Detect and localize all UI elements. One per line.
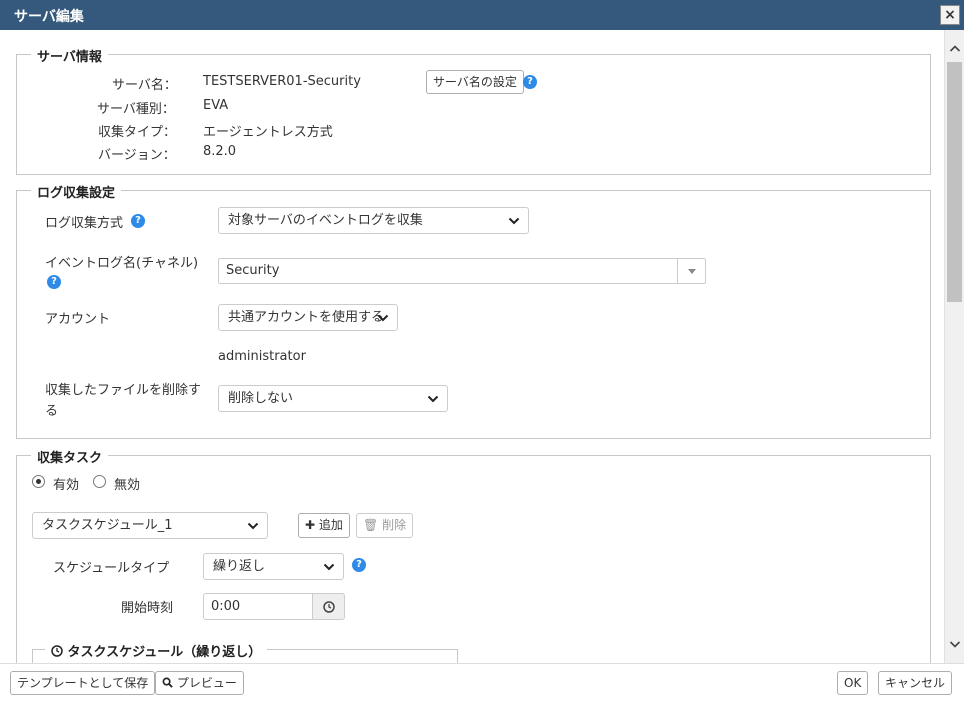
dialog-title: サーバ編集: [14, 9, 84, 25]
scroll-up-icon[interactable]: [949, 42, 961, 56]
task-enabled-label[interactable]: 有効: [53, 474, 79, 493]
scrollbar-thumb[interactable]: [947, 62, 962, 302]
chevron-down-icon: [427, 395, 439, 403]
start-time-label: 開始時刻: [121, 601, 174, 616]
server-type-value: EVA: [203, 98, 229, 113]
close-button[interactable]: ×: [940, 5, 960, 25]
delete-files-label-line2: る: [45, 404, 59, 419]
chevron-down-icon: [323, 563, 335, 571]
clock-button[interactable]: [313, 593, 345, 620]
log-method-select[interactable]: 対象サーバのイベントログを収集: [218, 207, 529, 234]
schedule-type-label: スケジュールタイプ: [53, 561, 170, 576]
set-server-name-button[interactable]: サーバ名の設定: [426, 70, 524, 94]
eventlog-name-label: イベントログ名(チャネル): [45, 256, 199, 271]
delete-schedule-button[interactable]: 🗑 削除: [356, 513, 414, 538]
collect-type-label: 収集タイプ：: [98, 125, 177, 140]
schedule-type-select[interactable]: 繰り返し: [203, 553, 344, 580]
log-settings-group: ログ収集設定 ログ収集方式 ? 対象サーバのイベントログを収集 イベントログ名(…: [16, 182, 931, 439]
dialog-content: サーバ情報 サーバ名： TESTSERVER01-Security サーバ名の設…: [0, 30, 944, 663]
chevron-down-icon: [508, 217, 520, 225]
collect-type-value: エージェントレス方式: [203, 125, 333, 140]
delete-files-label-line1: 収集したファイルを削除す: [45, 383, 202, 398]
version-value: 8.2.0: [203, 144, 237, 159]
clock-icon: [51, 645, 63, 657]
plus-icon: ✚: [305, 518, 316, 532]
server-type-label: サーバ種別：: [97, 102, 175, 117]
schedule-repeat-legend: タスクスケジュール（繰り返し）: [45, 641, 268, 660]
scroll-down-icon[interactable]: [949, 637, 961, 651]
help-icon[interactable]: ?: [47, 275, 61, 289]
preview-button[interactable]: プレビュー: [155, 671, 244, 695]
add-schedule-button[interactable]: ✚ 追加: [298, 513, 350, 538]
save-as-template-button[interactable]: テンプレートとして保存: [10, 671, 156, 695]
log-settings-legend: ログ収集設定: [31, 182, 122, 201]
vertical-scrollbar[interactable]: [944, 30, 964, 663]
eventlog-name-combo[interactable]: Security: [218, 258, 706, 284]
ok-button[interactable]: OK: [837, 671, 869, 695]
collect-task-legend: 収集タスク: [31, 447, 109, 466]
task-disabled-label[interactable]: 無効: [114, 474, 140, 493]
collect-task-group: 収集タスク 有効 無効 タスクスケジュール_1 ✚ 追加 🗑 削除 スケジュール…: [16, 447, 931, 663]
delete-files-select[interactable]: 削除しない: [218, 385, 448, 412]
cancel-button[interactable]: キャンセル: [878, 671, 953, 695]
clock-icon: [323, 601, 335, 613]
server-info-group: サーバ情報 サーバ名： TESTSERVER01-Security サーバ名の設…: [16, 46, 931, 175]
caret-down-icon: [688, 269, 696, 274]
dialog-footer: テンプレートとして保存 プレビュー OK キャンセル: [0, 663, 964, 703]
dialog-titlebar: サーバ編集 ×: [0, 0, 964, 30]
chevron-down-icon: [377, 314, 389, 322]
combo-dropdown-button[interactable]: [677, 259, 705, 283]
help-icon[interactable]: ?: [352, 558, 366, 572]
server-name-label: サーバ名：: [112, 78, 177, 93]
help-icon[interactable]: ?: [131, 214, 145, 228]
task-disabled-radio[interactable]: [93, 475, 106, 488]
task-enabled-radio[interactable]: [32, 475, 45, 488]
log-method-label: ログ収集方式: [45, 216, 124, 231]
server-info-legend: サーバ情報: [31, 46, 108, 65]
help-icon[interactable]: ?: [523, 75, 537, 89]
trash-icon: 🗑: [363, 518, 379, 532]
version-label: バージョン：: [98, 148, 176, 163]
schedule-repeat-group: タスクスケジュール（繰り返し）: [32, 641, 458, 663]
start-time-input[interactable]: 0:00: [203, 593, 313, 620]
server-name-value: TESTSERVER01-Security: [203, 74, 361, 89]
account-username: administrator: [218, 349, 306, 364]
search-icon: [162, 677, 173, 688]
account-select[interactable]: 共通アカウントを使用する: [218, 304, 398, 331]
account-label: アカウント: [45, 312, 111, 327]
task-schedule-select[interactable]: タスクスケジュール_1: [32, 512, 268, 539]
chevron-down-icon: [247, 522, 259, 530]
